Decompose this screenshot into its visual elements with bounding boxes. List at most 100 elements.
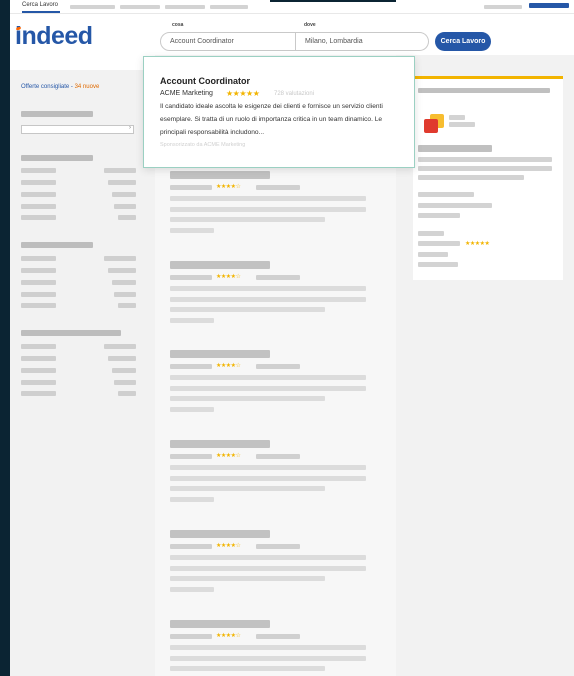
job-card-company [170, 185, 212, 190]
filter-option[interactable] [21, 303, 56, 308]
job-card-desc-line [170, 486, 325, 491]
filter-option[interactable] [21, 256, 56, 261]
filter-count [108, 268, 136, 273]
where-input[interactable]: Milano, Lombardia [296, 32, 429, 51]
detail-line [418, 203, 492, 208]
job-card-title[interactable] [170, 620, 270, 628]
nav-account-button[interactable] [529, 3, 569, 8]
job-card-meta [170, 228, 214, 233]
filter-count [114, 380, 136, 385]
highlighted-job-card[interactable]: Account Coordinator ACME Marketing ★★★★★… [143, 56, 415, 168]
nav-item-placeholder[interactable] [210, 5, 248, 9]
filter-option[interactable] [21, 356, 56, 361]
what-label: cosa [172, 22, 184, 28]
sponsored-label: Sponsorizzato da ACME Marketing [160, 142, 246, 148]
filter-option[interactable] [21, 192, 56, 197]
detail-line [418, 252, 448, 257]
job-card-desc-line [170, 566, 366, 571]
nav-item-placeholder[interactable] [120, 5, 160, 9]
active-tab-indicator [22, 11, 60, 13]
job-card-meta [170, 318, 214, 323]
filter-option[interactable] [21, 268, 56, 273]
job-description: Il candidato ideale ascolta le esigenze … [160, 103, 383, 136]
background-strip [270, 0, 396, 2]
job-card-title[interactable] [170, 261, 270, 269]
job-card-meta [170, 407, 214, 412]
job-card-desc-line [170, 217, 325, 222]
recommended-count: 34 nuove [74, 84, 100, 90]
filter-option[interactable] [21, 204, 56, 209]
job-card-title[interactable] [170, 440, 270, 448]
job-card-desc-line [170, 396, 325, 401]
company-star-rating: ★★★★★ [226, 89, 260, 98]
company-star-rating: ★★★★★ [465, 241, 490, 247]
recommended-label: Offerte consigliate [21, 84, 70, 90]
filter-count [114, 292, 136, 297]
filter-count [112, 192, 136, 197]
filter-dropdown[interactable]: › [21, 125, 134, 134]
job-card-desc-line [170, 476, 366, 481]
filter-count [118, 215, 136, 220]
search-button[interactable]: Cerca Lavoro [435, 32, 491, 51]
filter-option[interactable] [21, 292, 56, 297]
job-card-desc-line [170, 297, 366, 302]
filter-heading-placeholder [21, 111, 93, 117]
job-card-company [170, 454, 212, 459]
filter-option[interactable] [21, 180, 56, 185]
job-card-desc-line [170, 196, 366, 201]
star-rating: ★★★★☆ [216, 543, 241, 549]
nav-item-placeholder[interactable] [484, 5, 522, 9]
detail-line [418, 175, 524, 180]
job-card-desc-line [170, 555, 366, 560]
detail-title-placeholder [418, 145, 492, 152]
filter-option[interactable] [21, 280, 56, 285]
detail-line [418, 213, 460, 218]
filter-option[interactable] [21, 380, 56, 385]
detail-line [418, 241, 460, 246]
job-card-desc-line [170, 656, 366, 661]
filter-option[interactable] [21, 168, 56, 173]
job-card-location [256, 544, 300, 549]
recommended-jobs-link[interactable]: Offerte consigliate - 34 nuove [21, 84, 99, 90]
tab-cerca-lavoro[interactable]: Cerca Lavoro [22, 2, 58, 8]
indeed-page: Cerca Lavoro indeed cosa Account Coordin… [10, 0, 574, 676]
filter-count [108, 356, 136, 361]
filter-option[interactable] [21, 391, 56, 396]
nav-item-placeholder[interactable] [70, 5, 115, 9]
job-card-desc-line [170, 375, 366, 380]
indeed-logo[interactable]: indeed [15, 22, 93, 51]
detail-heading-placeholder [418, 88, 550, 93]
detail-line [418, 192, 474, 197]
where-label: dove [304, 22, 316, 28]
job-card-desc-line [170, 576, 325, 581]
review-count[interactable]: 728 valutazioni [274, 91, 314, 97]
job-card-title[interactable] [170, 350, 270, 358]
what-input[interactable]: Account Coordinator [160, 32, 296, 51]
job-title[interactable]: Account Coordinator [160, 76, 250, 86]
job-card-desc-line [170, 207, 366, 212]
detail-line [418, 166, 552, 171]
filter-count [104, 168, 136, 173]
filter-option[interactable] [21, 344, 56, 349]
star-rating: ★★★★☆ [216, 363, 241, 369]
filter-option[interactable] [21, 368, 56, 373]
filter-count [112, 368, 136, 373]
company-name[interactable]: ACME Marketing [160, 90, 213, 97]
job-card-desc-line [170, 465, 366, 470]
filter-option[interactable] [21, 215, 56, 220]
job-card-title[interactable] [170, 171, 270, 179]
nav-item-placeholder[interactable] [165, 5, 205, 9]
job-card-desc-line [170, 386, 366, 391]
star-rating: ★★★★☆ [216, 453, 241, 459]
company-meta-placeholder [449, 122, 475, 127]
job-card-company [170, 634, 212, 639]
filter-count [104, 256, 136, 261]
filter-heading-placeholder [21, 155, 93, 161]
job-card-title[interactable] [170, 530, 270, 538]
top-nav: Cerca Lavoro [10, 0, 574, 14]
company-name-placeholder [449, 115, 465, 120]
detail-line [418, 231, 444, 236]
filter-count [118, 303, 136, 308]
job-card-location [256, 454, 300, 459]
star-rating: ★★★★☆ [216, 274, 241, 280]
